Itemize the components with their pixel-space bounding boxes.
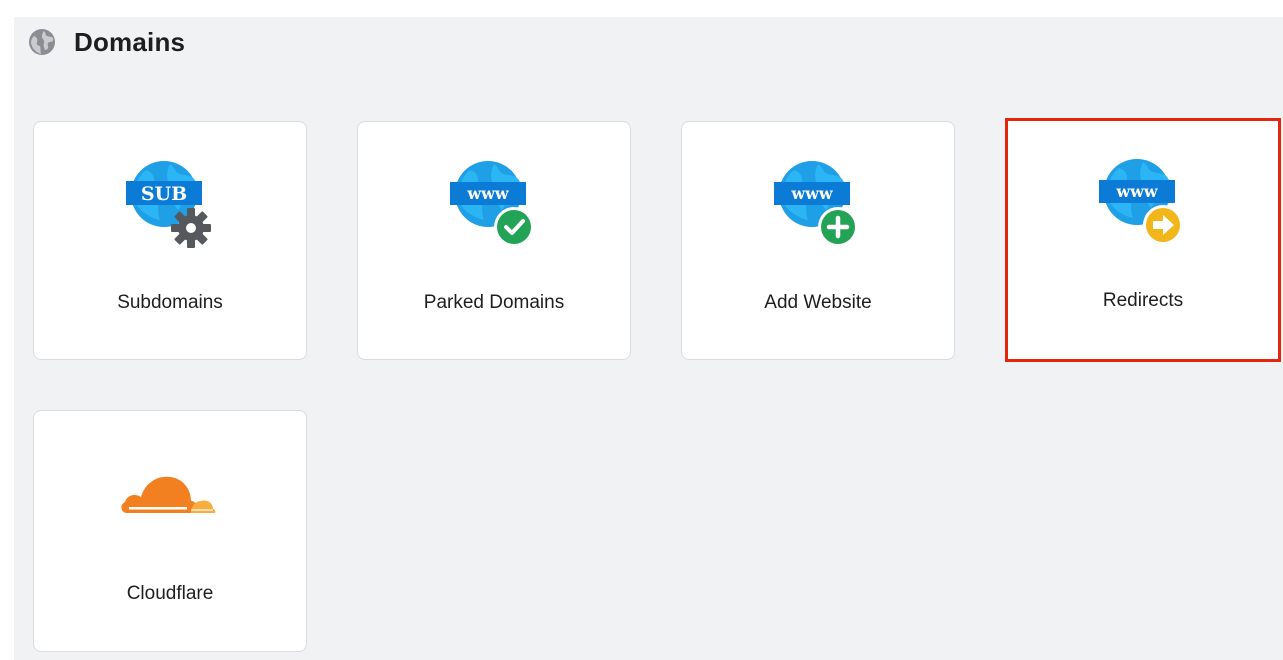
tile-label: Redirects [1102, 290, 1184, 311]
www-globe-check-icon: www [450, 161, 534, 247]
subdomains-tile[interactable]: SUB Subdomains [33, 121, 307, 360]
tile-label: Cloudflare [126, 583, 214, 604]
page-title: Domains [74, 26, 186, 57]
www-text: www [1115, 182, 1159, 201]
section-header: Domains [28, 26, 185, 58]
www-globe-plus-icon: www [774, 161, 858, 247]
sub-text: SUB [141, 183, 187, 205]
www-text: www [466, 184, 510, 203]
cloudflare-tile[interactable]: Cloudflare [33, 410, 307, 652]
subdomain-globe-gear-icon: SUB [126, 161, 211, 248]
tile-label: Add Website [764, 292, 872, 313]
tile-label: Subdomains [117, 292, 223, 313]
redirects-tile[interactable]: www Redirects [1005, 118, 1281, 362]
globe-icon [29, 29, 55, 55]
add-website-tile[interactable]: www Add Website [681, 121, 955, 360]
www-text: www [790, 184, 834, 203]
cloudflare-cloud-icon [121, 476, 216, 513]
parked-domains-tile[interactable]: www Parked Domains [357, 121, 631, 360]
www-globe-arrow-icon: www [1099, 159, 1183, 245]
tile-label: Parked Domains [423, 292, 565, 313]
